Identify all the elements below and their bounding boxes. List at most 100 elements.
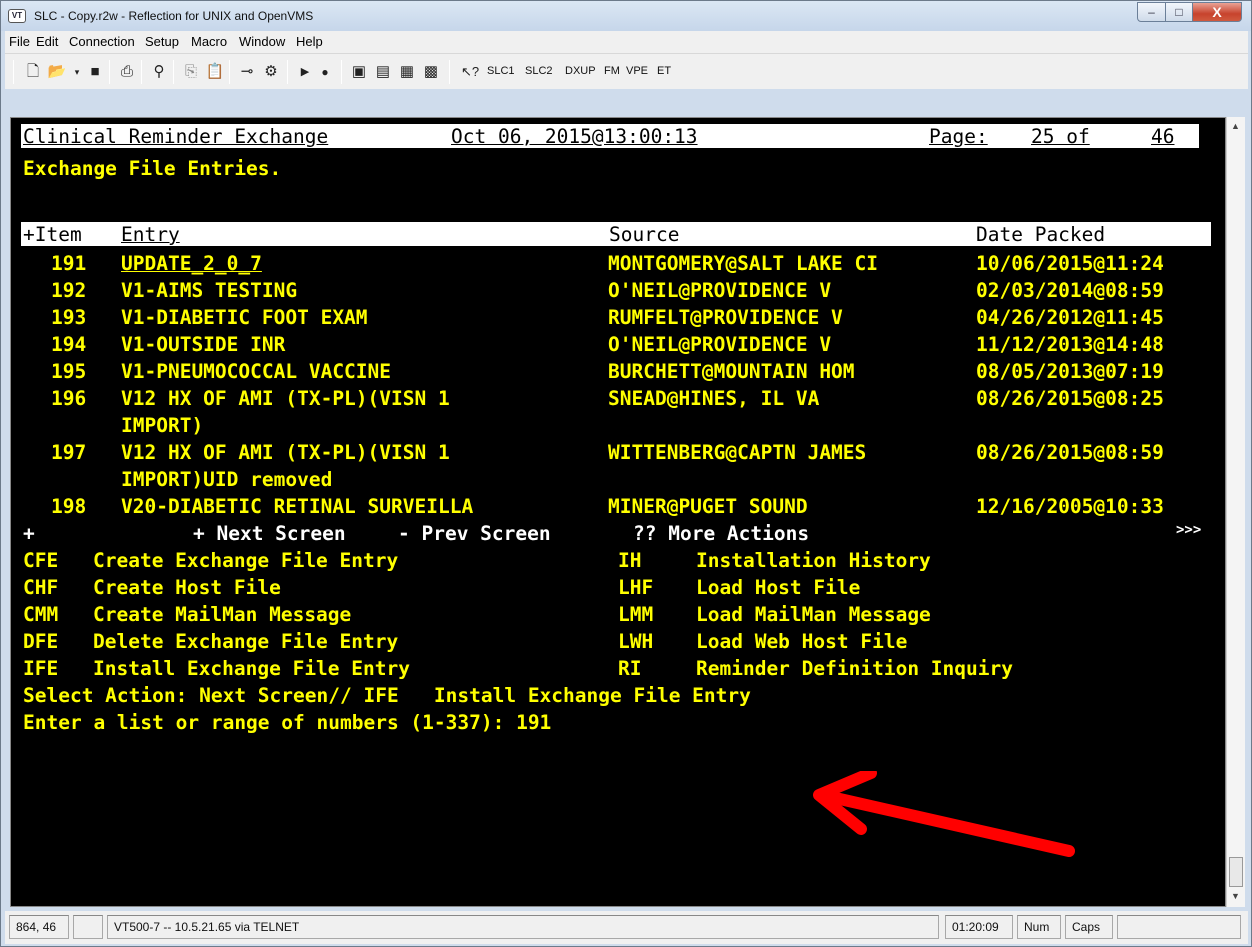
table-row[interactable]: 196 V12 HX OF AMI (TX-PL)(VISN 1 SNEAD@H…	[23, 387, 1164, 414]
menu-window[interactable]: Window	[239, 34, 285, 49]
slc1-button[interactable]: SLC1	[487, 65, 515, 77]
window-title: SLC - Copy.r2w - Reflection for UNIX and…	[34, 9, 314, 23]
row-date: 11/12/2013@14:48	[976, 333, 1164, 356]
paste-icon[interactable]: 📋	[205, 62, 225, 82]
action-label: Create Exchange File Entry	[93, 549, 399, 572]
action-code[interactable]: CMM	[23, 603, 58, 626]
vpe-button[interactable]: VPE	[626, 65, 648, 77]
context-help-icon[interactable]: ↖?	[457, 62, 483, 82]
vertical-scrollbar[interactable]: ▲ ▼	[1226, 117, 1245, 907]
action-label: Load MailMan Message	[696, 603, 931, 626]
action-code[interactable]: IFE	[23, 657, 58, 680]
row-source: O'NEIL@PROVIDENCE V	[608, 279, 832, 302]
action-code[interactable]: LWH	[618, 630, 653, 653]
row-number: 196	[51, 387, 87, 410]
action-code[interactable]: CHF	[23, 576, 58, 599]
toolbar-separator	[449, 60, 450, 84]
row-entry: V12 HX OF AMI (TX-PL)(VISN 1	[121, 441, 450, 464]
terminal-header: Clinical Reminder Exchange Oct 06, 2015@…	[21, 124, 1199, 148]
connect-plug-icon[interactable]: ⊸	[237, 62, 257, 82]
toolbar: 🗋 📂 ▾ ■ ⎙ ⚲ ⎘ 📋 ⊸ ⚙ ▶ ● ▣ ▤ ▦ ▩ ↖? SLC1 …	[5, 53, 1248, 89]
action-row[interactable]: DFE Delete Exchange File Entry LWH Load …	[23, 630, 907, 657]
num-lock-indicator: Num	[1017, 915, 1061, 939]
menu-help[interactable]: Help	[296, 34, 323, 49]
action-code[interactable]: CFE	[23, 549, 58, 572]
action-row[interactable]: CFE Create Exchange File Entry IH Instal…	[23, 549, 931, 576]
scroll-up-icon[interactable]: ▲	[1231, 121, 1240, 131]
header-page-num: 25 of	[1031, 125, 1090, 148]
copy-icon[interactable]: ⎘	[181, 62, 201, 82]
open-folder-icon[interactable]: 📂	[47, 62, 67, 82]
status-empty-cell	[73, 915, 103, 939]
slc2-button[interactable]: SLC2	[525, 65, 553, 77]
app-icon[interactable]: VT	[8, 9, 26, 23]
table-row[interactable]: 195 V1-PNEUMOCOCCAL VACCINE BURCHETT@MOU…	[23, 360, 1164, 387]
fm-button[interactable]: FM	[604, 65, 620, 77]
row-entry: V1-DIABETIC FOOT EXAM	[121, 306, 368, 329]
column-source: Source	[609, 223, 680, 246]
row-source: SNEAD@HINES, IL VA	[608, 387, 820, 410]
table-row[interactable]: 192 V1-AIMS TESTING O'NEIL@PROVIDENCE V …	[23, 279, 1164, 306]
table-row[interactable]: 194 V1-OUTSIDE INR O'NEIL@PROVIDENCE V 1…	[23, 333, 1164, 360]
et-button[interactable]: ET	[657, 65, 671, 77]
action-code[interactable]: RI	[618, 657, 641, 680]
select-action-prompt: Select Action: Next Screen// IFE Install…	[23, 684, 751, 707]
action-code[interactable]: DFE	[23, 630, 58, 653]
menu-edit[interactable]: Edit	[36, 34, 58, 49]
table-row[interactable]: 193 V1-DIABETIC FOOT EXAM RUMFELT@PROVID…	[23, 306, 1164, 333]
row-entry: V12 HX OF AMI (TX-PL)(VISN 1	[121, 387, 450, 410]
action-code[interactable]: IH	[618, 549, 641, 572]
menu-macro[interactable]: Macro	[191, 34, 227, 49]
action-label: Load Web Host File	[696, 630, 908, 653]
table-row[interactable]: 198 V20-DIABETIC RETINAL SURVEILLA MINER…	[23, 495, 1164, 522]
close-button[interactable]: X	[1192, 2, 1242, 22]
row-date: 08/05/2013@07:19	[976, 360, 1164, 383]
scroll-thumb[interactable]	[1229, 857, 1243, 887]
print-icon[interactable]: ⎙	[117, 62, 137, 82]
title-bar[interactable]: VT SLC - Copy.r2w - Reflection for UNIX …	[1, 1, 1251, 31]
action-row[interactable]: CHF Create Host File LHF Load Host File	[23, 576, 860, 603]
more-actions-hint[interactable]: ?? More Actions	[633, 522, 809, 545]
play-macro-icon[interactable]: ▶	[295, 62, 315, 82]
menu-setup[interactable]: Setup	[145, 34, 179, 49]
menu-file[interactable]: File	[9, 34, 30, 49]
find-binoculars-icon[interactable]: ⚲	[149, 62, 169, 82]
minimize-button[interactable]: –	[1137, 2, 1166, 22]
arrow-shaft	[825, 791, 1075, 857]
new-file-icon[interactable]: 🗋	[23, 62, 43, 82]
action-code[interactable]: LHF	[618, 576, 653, 599]
settings-icon[interactable]: ⚙	[261, 62, 281, 82]
connection-status: VT500-7 -- 10.5.21.65 via TELNET	[107, 915, 939, 939]
next-screen-hint[interactable]: + Next Screen	[193, 522, 346, 545]
row-source: RUMFELT@PROVIDENCE V	[608, 306, 843, 329]
action-code[interactable]: LMM	[618, 603, 653, 626]
row-date: 08/26/2015@08:59	[976, 441, 1164, 464]
action-row[interactable]: IFE Install Exchange File Entry RI Remin…	[23, 657, 1013, 684]
prev-screen-hint[interactable]: - Prev Screen	[398, 522, 551, 545]
row-date: 02/03/2014@08:59	[976, 279, 1164, 302]
number-range-prompt[interactable]: Enter a list or range of numbers (1-337)…	[23, 711, 551, 738]
window-icon-2[interactable]: ▤	[373, 62, 393, 82]
status-bar: 864, 46 VT500-7 -- 10.5.21.65 via TELNET…	[5, 911, 1248, 944]
table-row[interactable]: 197 V12 HX OF AMI (TX-PL)(VISN 1 WITTENB…	[23, 441, 1164, 468]
menu-connection[interactable]: Connection	[69, 34, 135, 49]
dxup-button[interactable]: DXUP	[565, 65, 596, 77]
table-row[interactable]: 191 UPDATE_2_0_7 MONTGOMERY@SALT LAKE CI…	[23, 252, 1164, 279]
action-row[interactable]: CMM Create MailMan Message LMM Load Mail…	[23, 603, 931, 630]
menu-bar: File Edit Connection Setup Macro Window …	[5, 31, 1248, 53]
scroll-down-icon[interactable]: ▼	[1231, 891, 1240, 901]
row-entry: V1-PNEUMOCOCCAL VACCINE	[121, 360, 392, 383]
chevron-down-icon[interactable]: ▾	[67, 62, 87, 82]
record-macro-icon[interactable]: ●	[315, 62, 335, 82]
window-icon-3[interactable]: ▦	[397, 62, 417, 82]
toolbar-separator	[109, 60, 110, 84]
maximize-button[interactable]: □	[1165, 2, 1193, 22]
window-icon-4[interactable]: ▩	[421, 62, 441, 82]
save-icon[interactable]: ■	[85, 62, 105, 82]
window-icon-1[interactable]: ▣	[349, 62, 369, 82]
column-header-bar: +Item Entry Source Date Packed	[21, 222, 1211, 246]
action-label: Installation History	[696, 549, 931, 572]
row-source: O'NEIL@PROVIDENCE V	[608, 333, 832, 356]
nav-plus: +	[23, 522, 35, 545]
table-row-continuation: IMPORT)	[23, 414, 203, 441]
